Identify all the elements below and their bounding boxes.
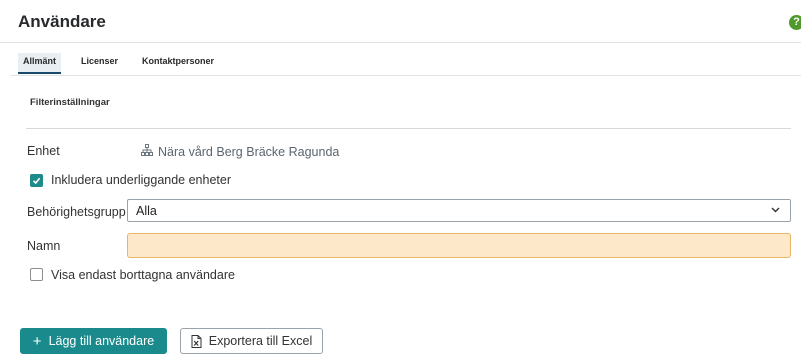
tab-licenser[interactable]: Licenser <box>81 56 118 66</box>
add-user-label: Lägg till användare <box>48 334 155 348</box>
unit-label: Enhet <box>27 144 60 158</box>
plus-icon: + <box>32 332 42 350</box>
tab-allmant[interactable]: Allmänt <box>18 53 62 74</box>
show-deleted-checkbox[interactable] <box>30 268 43 281</box>
tab-kontaktpersoner[interactable]: Kontaktpersoner <box>142 56 214 66</box>
check-icon <box>32 177 41 185</box>
include-sub-units-label[interactable]: Inkludera underliggande enheter <box>51 173 231 187</box>
section-divider <box>26 128 791 129</box>
excel-file-icon <box>191 334 202 348</box>
permission-group-label: Behörighetsgrupp <box>27 205 126 219</box>
permission-group-value: Alla <box>136 204 157 218</box>
add-user-button[interactable]: + Lägg till användare <box>20 328 167 354</box>
name-input[interactable] <box>127 233 791 258</box>
show-deleted-label[interactable]: Visa endast borttagna användare <box>51 268 235 282</box>
page-header: Användare ? <box>0 0 801 43</box>
export-excel-button[interactable]: Exportera till Excel <box>180 328 323 354</box>
tabs-divider <box>10 75 801 76</box>
org-tree-icon <box>141 144 158 159</box>
include-sub-units-checkbox[interactable] <box>30 174 43 187</box>
unit-value[interactable]: Nära vård Berg Bräcke Ragunda <box>141 144 339 159</box>
unit-name: Nära vård Berg Bräcke Ragunda <box>158 144 340 159</box>
chevron-down-icon <box>771 207 780 213</box>
page-title: Användare <box>18 12 106 31</box>
filter-section-title: Filterinställningar <box>30 97 110 108</box>
name-label: Namn <box>27 239 61 253</box>
export-excel-label: Exportera till Excel <box>208 334 313 348</box>
help-icon[interactable]: ? <box>789 15 801 30</box>
permission-group-select[interactable]: Alla <box>127 199 791 222</box>
